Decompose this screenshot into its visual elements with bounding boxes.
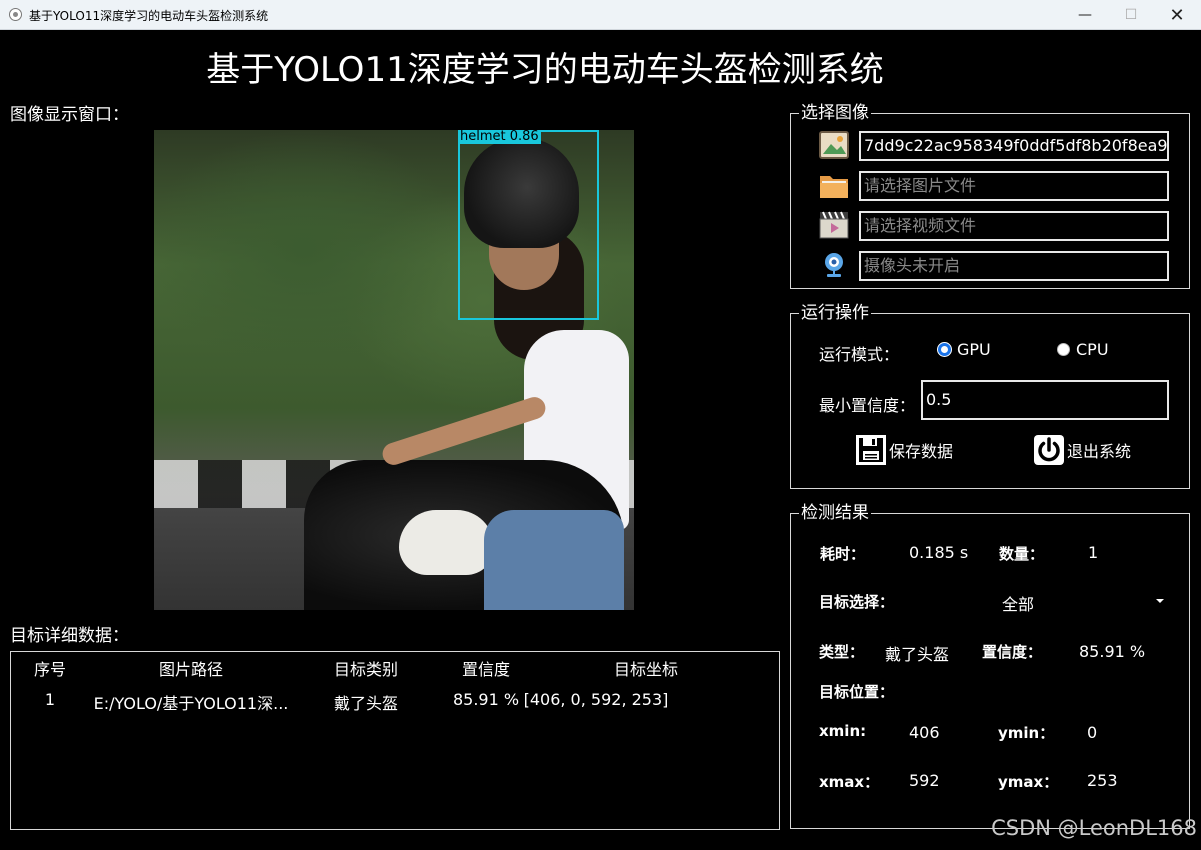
min-confidence-label: 最小置信度： (819, 396, 916, 415)
xmin-value: 406 (909, 723, 940, 742)
xmin-label: xmin: (819, 722, 867, 740)
detection-label: helmet 0.86 (458, 130, 541, 144)
app-icon (9, 8, 22, 21)
target-select-label: 目标选择： (819, 593, 895, 611)
camera-icon[interactable] (818, 250, 850, 280)
ymin-value: 0 (1087, 723, 1098, 742)
run-ops-title: 运行操作 (799, 303, 871, 323)
maximize-button[interactable]: ☐ (1108, 0, 1154, 30)
time-value: 0.185 s (909, 543, 969, 562)
save-icon (856, 435, 886, 465)
photo-rider-legs (484, 510, 624, 610)
photo-rider-arm (379, 394, 549, 468)
power-icon (1034, 435, 1064, 465)
results-title: 检测结果 (799, 503, 871, 523)
count-label: 数量： (999, 545, 1045, 563)
app-title: 基于YOLO11深度学习的电动车头盔检测系统 (206, 50, 884, 90)
min-confidence-input[interactable]: 0.5 (921, 380, 1169, 420)
xmax-label: xmax： (819, 773, 880, 791)
chevron-down-icon[interactable] (1156, 599, 1164, 603)
detection-image: helmet 0.86 (154, 130, 634, 610)
window-titlebar: 基于YOLO11深度学习的电动车头盔检测系统 — ☐ ✕ (0, 0, 1201, 30)
video-file-field[interactable]: 请选择视频文件 (859, 211, 1169, 241)
image-file-field[interactable]: 7dd9c22ac958349f0ddf5df8b20f8ea9.jpg (859, 131, 1169, 161)
minimize-button[interactable]: — (1062, 0, 1108, 30)
image-icon[interactable] (818, 130, 850, 160)
table-cell[interactable]: [406, 0, 592, 253] (521, 690, 671, 709)
camera-status-field[interactable]: 摄像头未开启 (859, 251, 1169, 281)
column-header[interactable]: 序号 (11, 656, 89, 680)
ymax-value: 253 (1087, 771, 1118, 790)
target-select-value[interactable]: 全部 (1002, 591, 1034, 615)
count-value: 1 (1088, 543, 1099, 562)
column-header[interactable]: 图片路径 (101, 656, 281, 680)
cpu-radio[interactable] (1057, 343, 1070, 356)
column-header[interactable]: 目标类别 (316, 656, 416, 680)
column-header[interactable]: 置信度 (436, 656, 536, 680)
position-label: 目标位置： (819, 683, 895, 701)
exit-system-label: 退出系统 (1067, 442, 1132, 461)
details-label: 目标详细数据： (10, 626, 129, 646)
run-mode-label: 运行模式： (819, 345, 900, 364)
gpu-radio[interactable] (938, 343, 951, 356)
xmax-value: 592 (909, 771, 940, 790)
ymin-label: ymin： (998, 724, 1055, 742)
type-label: 类型： (819, 643, 865, 661)
save-data-button[interactable]: 保存数据 (855, 434, 953, 466)
cpu-radio-label[interactable]: CPU (1076, 340, 1109, 359)
save-data-label: 保存数据 (889, 442, 954, 461)
table-cell[interactable]: E:/YOLO/基于YOLO11深... (91, 690, 291, 714)
image-panel-label: 图像显示窗口： (10, 105, 129, 125)
video-icon[interactable] (818, 210, 850, 240)
result-confidence-value: 85.91 % (1079, 642, 1146, 661)
gpu-radio-label[interactable]: GPU (957, 340, 991, 359)
time-label: 耗时： (820, 545, 866, 563)
table-cell[interactable]: 戴了头盔 (316, 690, 416, 714)
column-header[interactable]: 目标坐标 (551, 656, 741, 680)
window-title: 基于YOLO11深度学习的电动车头盔检测系统 (29, 9, 269, 23)
table-cell[interactable]: 1 (11, 690, 89, 709)
watermark: CSDN @LeonDL168 (991, 816, 1197, 840)
close-button[interactable]: ✕ (1154, 0, 1200, 30)
photo-fuel-tank (399, 510, 494, 575)
type-value: 戴了头盔 (885, 645, 950, 664)
exit-system-button[interactable]: 退出系统 (1033, 434, 1131, 466)
detection-box (458, 130, 599, 320)
image-folder-field[interactable]: 请选择图片文件 (859, 171, 1169, 201)
details-table: 序号 图片路径 目标类别 置信度 目标坐标 1 E:/YOLO/基于YOLO11… (10, 651, 780, 830)
folder-icon[interactable] (818, 170, 850, 200)
ymax-label: ymax： (998, 773, 1059, 791)
result-confidence-label: 置信度： (982, 643, 1043, 661)
select-image-title: 选择图像 (799, 103, 871, 123)
